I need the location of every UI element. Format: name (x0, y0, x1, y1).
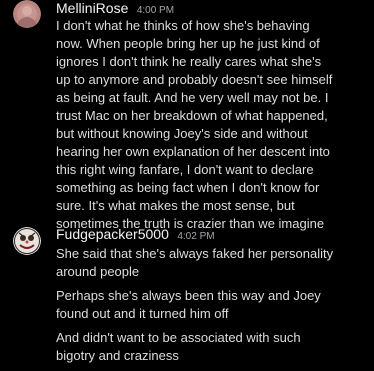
message-line: but without knowing Joey's side and with… (56, 126, 308, 141)
message-content: She said that she's always faked her per… (56, 245, 370, 371)
message-line: this right wing fanfare, I don't want to… (56, 162, 314, 177)
message-line: trust Mac on her breakdown of what happe… (56, 108, 328, 123)
message-line: She said that she's always faked her per… (56, 246, 334, 261)
message-header: Fudgepacker5000 4:02 PM (56, 226, 215, 244)
timestamp: 4:02 PM (177, 231, 215, 242)
username[interactable]: Fudgepacker5000 (56, 226, 169, 242)
username[interactable]: MelliniRose (56, 0, 128, 16)
message-header: MelliniRose 4:00 PM (56, 0, 174, 18)
message-content: I don't what he thinks of how she's beha… (56, 17, 370, 233)
timestamp: 4:00 PM (136, 5, 175, 16)
message-line: as being at fault. And he very well may … (56, 90, 329, 105)
message-line: found out and it turned him off (56, 306, 229, 321)
avatar-image (13, 227, 41, 255)
message-line: up to anymore and probably doesn't see h… (56, 72, 333, 87)
message-line: hearing her own explanation of her desce… (56, 144, 330, 159)
message-line: And didn't want to be associated with su… (56, 330, 301, 345)
avatar[interactable] (13, 227, 41, 255)
message-line: sure. It's what makes the most sense, bu… (56, 198, 295, 213)
message-paragraph: She said that she's always faked her per… (56, 245, 370, 281)
message-paragraph: Perhaps she's always been this way and J… (56, 287, 370, 323)
message-line: Perhaps she's always been this way and J… (56, 288, 321, 303)
message-paragraph: And didn't want to be associated with su… (56, 329, 370, 365)
message-line: around people (56, 264, 140, 279)
message-line: ignores I don't think he really cares wh… (56, 54, 322, 69)
message-line: something as being fact when I don't kno… (56, 180, 320, 195)
avatar[interactable] (13, 0, 41, 28)
avatar-image (13, 0, 41, 28)
message-line: I don't what he thinks of how she's beha… (56, 18, 310, 33)
message-line: now. When people bring her up he just ki… (56, 36, 320, 51)
